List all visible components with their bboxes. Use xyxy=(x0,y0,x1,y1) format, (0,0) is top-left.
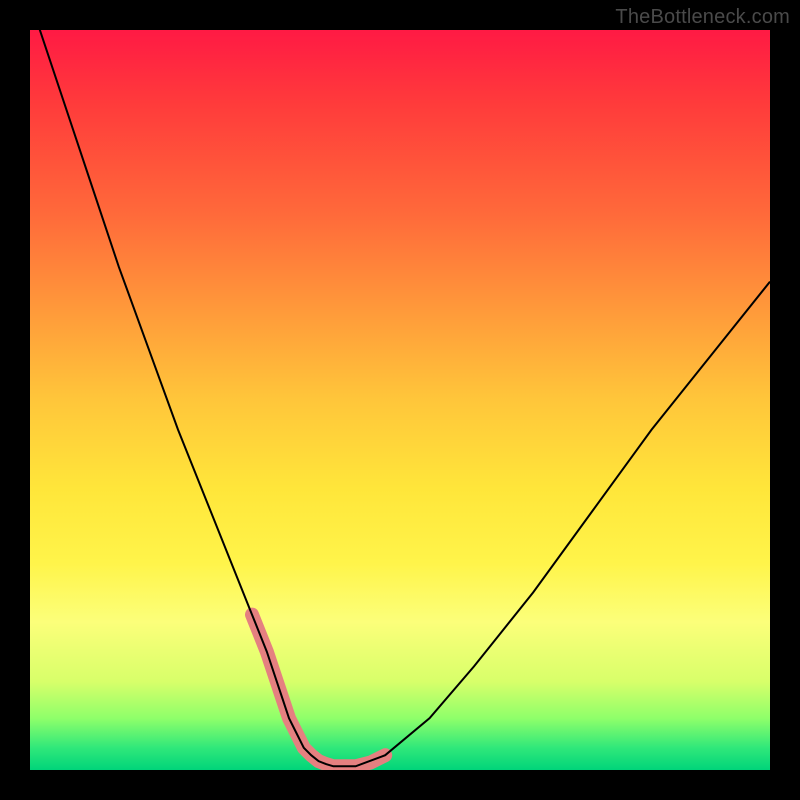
plot-area xyxy=(30,30,770,770)
chart-container: TheBottleneck.com xyxy=(0,0,800,800)
curve-svg xyxy=(30,30,770,770)
watermark-text: TheBottleneck.com xyxy=(615,6,790,29)
fit-highlight xyxy=(252,615,385,767)
bottleneck-curve xyxy=(30,30,770,766)
